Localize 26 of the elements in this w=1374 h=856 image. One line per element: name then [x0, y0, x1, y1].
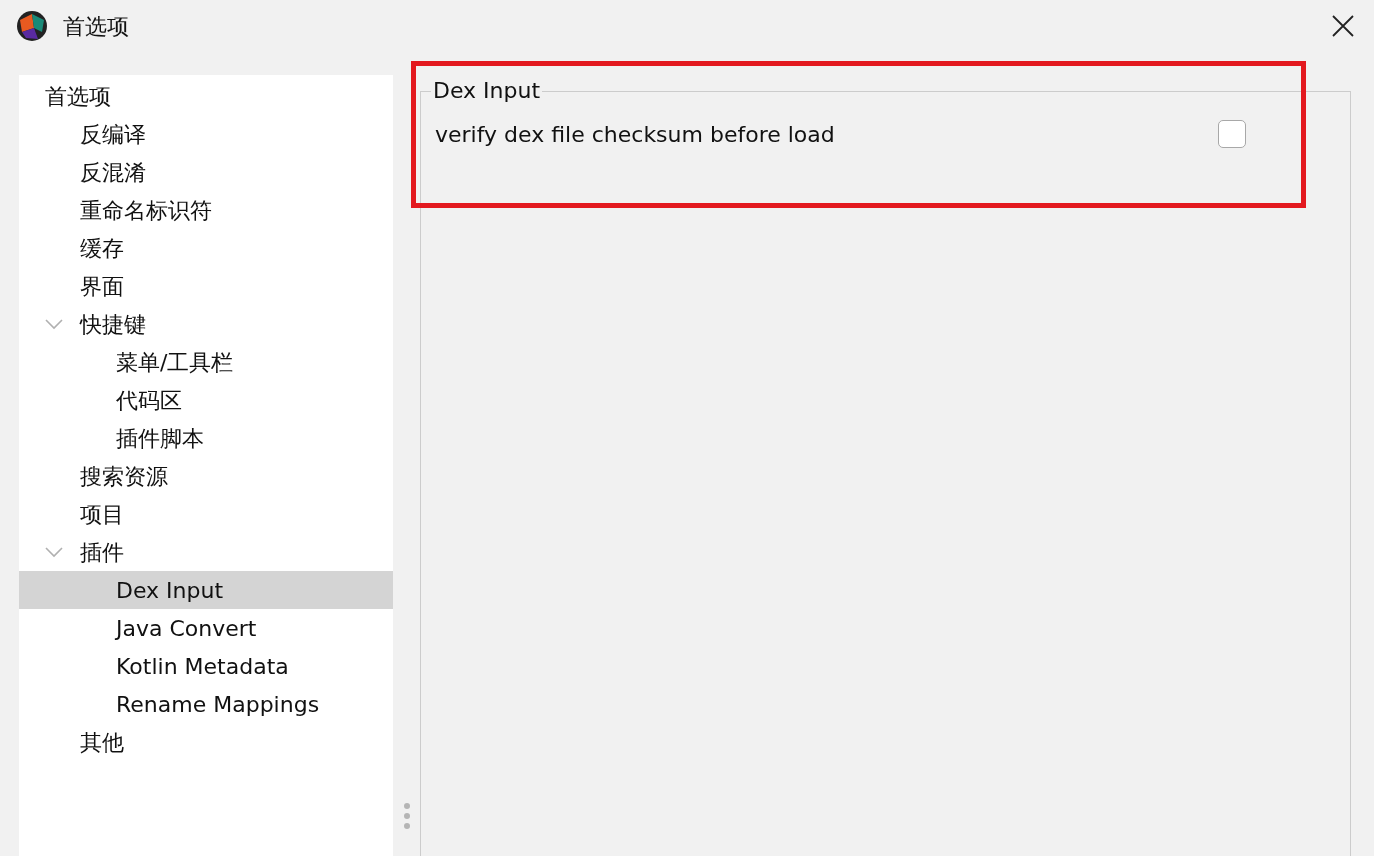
tree-item[interactable]: 快捷键 [19, 305, 393, 343]
window-title: 首选项 [63, 12, 129, 41]
tree-item[interactable]: 搜索资源 [19, 457, 393, 495]
splitter-handle-icon[interactable] [402, 801, 411, 830]
close-icon[interactable] [1332, 15, 1354, 37]
tree-item[interactable]: 首选项 [19, 77, 393, 115]
tree-item[interactable]: 重命名标识符 [19, 191, 393, 229]
tree-item[interactable]: 反混淆 [19, 153, 393, 191]
tree-item[interactable]: Kotlin Metadata [19, 647, 393, 685]
tree-item[interactable]: 插件 [19, 533, 393, 571]
tree-item[interactable]: 界面 [19, 267, 393, 305]
tree-item[interactable]: 其他 [19, 723, 393, 761]
tree-item[interactable]: 插件脚本 [19, 419, 393, 457]
tree-item[interactable]: 代码区 [19, 381, 393, 419]
tree-item[interactable]: Java Convert [19, 609, 393, 647]
tree-item[interactable]: Dex Input [19, 571, 393, 609]
tree-item[interactable]: 缓存 [19, 229, 393, 267]
chevron-down-icon[interactable] [44, 318, 64, 330]
tree-item[interactable]: 菜单/工具栏 [19, 343, 393, 381]
chevron-down-icon[interactable] [44, 546, 64, 558]
tree-item[interactable]: 项目 [19, 495, 393, 533]
app-logo-icon [16, 10, 48, 42]
option-label: verify dex file checksum before load [435, 120, 836, 149]
tree-item[interactable]: 反编译 [19, 115, 393, 153]
tree-item[interactable]: Rename Mappings [19, 685, 393, 723]
checkbox[interactable] [1218, 120, 1246, 148]
